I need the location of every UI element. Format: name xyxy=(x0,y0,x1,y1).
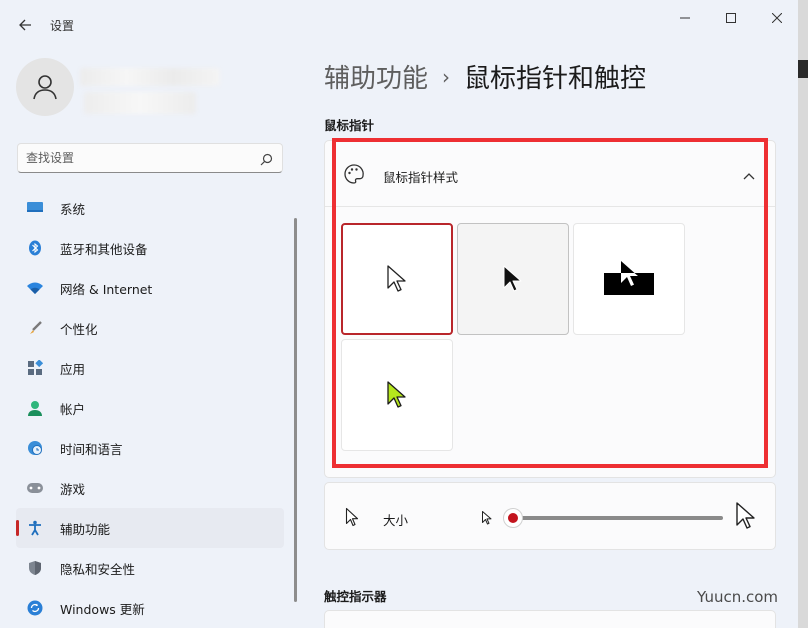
sidebar-item-label: 隐私和安全性 xyxy=(60,561,136,577)
brush-icon xyxy=(26,319,44,337)
background-edge xyxy=(798,0,808,628)
chevron-up-icon[interactable] xyxy=(743,167,755,186)
breadcrumb-parent[interactable]: 辅助功能 xyxy=(324,58,428,95)
sidebar-item-label: 系统 xyxy=(60,201,86,217)
bluetooth-icon xyxy=(26,239,44,257)
breadcrumb: 辅助功能 › 鼠标指针和触控 xyxy=(324,58,646,95)
touch-indicator-card[interactable] xyxy=(324,610,776,628)
page-title: 鼠标指针和触控 xyxy=(464,64,647,94)
window-title: 设置 xyxy=(50,19,75,33)
sidebar-item-privacy[interactable]: 隐私和安全性 xyxy=(16,548,284,588)
pointer-style-inverted[interactable] xyxy=(573,223,685,335)
close-icon xyxy=(772,13,782,23)
sidebar-item-label: 时间和语言 xyxy=(60,441,123,457)
sidebar-item-network[interactable]: 网络 & Internet xyxy=(16,268,284,308)
sidebar-item-system[interactable]: 系统 xyxy=(16,188,284,228)
system-icon xyxy=(26,199,44,217)
account-icon xyxy=(26,399,44,417)
pointer-size-icon xyxy=(345,507,359,531)
sidebar-item-gaming[interactable]: 游戏 xyxy=(16,468,284,508)
sidebar-item-label: 帐户 xyxy=(60,401,86,417)
apps-icon xyxy=(26,359,44,377)
pointer-style-custom[interactable] xyxy=(341,339,453,451)
shield-icon xyxy=(26,559,44,577)
small-cursor-icon xyxy=(481,510,493,530)
inverted-cursor-icon xyxy=(604,261,654,295)
sidebar-item-personalization[interactable]: 个性化 xyxy=(16,308,284,348)
pointer-style-expander: 鼠标指针样式 xyxy=(324,140,776,478)
pointer-size-card: 大小 xyxy=(324,482,776,550)
blurred-user-email xyxy=(84,92,196,114)
watermark: Yuucn.com xyxy=(697,588,779,606)
accessibility-icon xyxy=(26,519,44,537)
pointer-style-header[interactable]: 鼠标指针样式 xyxy=(325,141,775,207)
black-cursor-icon xyxy=(503,265,522,292)
sidebar-item-label: 网络 & Internet xyxy=(60,281,153,297)
wifi-icon xyxy=(26,279,44,297)
sidebar-item-label: 辅助功能 xyxy=(60,521,111,537)
pointer-style-white[interactable] xyxy=(341,223,453,335)
update-icon xyxy=(26,599,44,617)
minimize-icon xyxy=(680,17,690,19)
sidebar-item-label: 个性化 xyxy=(60,321,98,337)
sidebar-nav: 系统 蓝牙和其他设备 网络 & Internet 个性化 应用 帐户 时间和语言 xyxy=(16,188,284,628)
back-arrow-icon xyxy=(19,19,31,31)
sidebar-item-windows-update[interactable]: Windows 更新 xyxy=(16,588,284,628)
maximize-icon xyxy=(726,13,736,23)
sidebar-item-label: 应用 xyxy=(60,361,86,377)
sidebar-item-accessibility[interactable]: 辅助功能 xyxy=(16,508,284,548)
section-touch-indicator: 触控指示器 xyxy=(324,589,387,604)
sidebar-item-label: 游戏 xyxy=(60,481,86,497)
section-mouse-pointer: 鼠标指针 xyxy=(324,118,375,133)
search-input[interactable] xyxy=(26,149,246,167)
pointer-style-label: 鼠标指针样式 xyxy=(383,170,459,185)
blurred-user-name xyxy=(80,68,220,86)
active-indicator xyxy=(16,520,19,536)
pointer-size-slider-track[interactable] xyxy=(511,516,723,520)
sidebar-item-label: 蓝牙和其他设备 xyxy=(60,241,148,257)
avatar[interactable] xyxy=(16,58,74,116)
white-cursor-icon xyxy=(387,265,406,292)
sidebar-item-apps[interactable]: 应用 xyxy=(16,348,284,388)
person-icon xyxy=(33,75,57,100)
gamepad-icon xyxy=(26,479,44,497)
breadcrumb-separator: › xyxy=(442,64,451,89)
sidebar-item-label: Windows 更新 xyxy=(60,601,145,617)
pointer-size-label: 大小 xyxy=(383,513,409,528)
large-cursor-icon xyxy=(735,501,757,535)
settings-window: 设置 系统 蓝牙和其他设备 网络 & Internet xyxy=(0,0,798,628)
search-box[interactable] xyxy=(17,143,283,173)
background-edge-dark xyxy=(798,60,808,78)
sidebar-scrollbar[interactable] xyxy=(294,218,297,602)
title-bar: 设置 xyxy=(0,0,798,48)
pointer-style-black[interactable] xyxy=(457,223,569,335)
minimize-button[interactable] xyxy=(662,6,708,30)
sidebar-item-bluetooth[interactable]: 蓝牙和其他设备 xyxy=(16,228,284,268)
sidebar-item-accounts[interactable]: 帐户 xyxy=(16,388,284,428)
custom-color-cursor-icon xyxy=(387,381,406,408)
maximize-button[interactable] xyxy=(708,6,754,30)
palette-icon xyxy=(343,163,365,189)
search-icon[interactable] xyxy=(260,151,273,170)
slider-thumb-dot xyxy=(508,513,518,523)
close-button[interactable] xyxy=(754,6,800,30)
sidebar-item-time-language[interactable]: 时间和语言 xyxy=(16,428,284,468)
pointer-size-slider-thumb[interactable] xyxy=(503,508,523,528)
back-button[interactable] xyxy=(12,12,38,38)
globe-clock-icon xyxy=(26,439,44,457)
